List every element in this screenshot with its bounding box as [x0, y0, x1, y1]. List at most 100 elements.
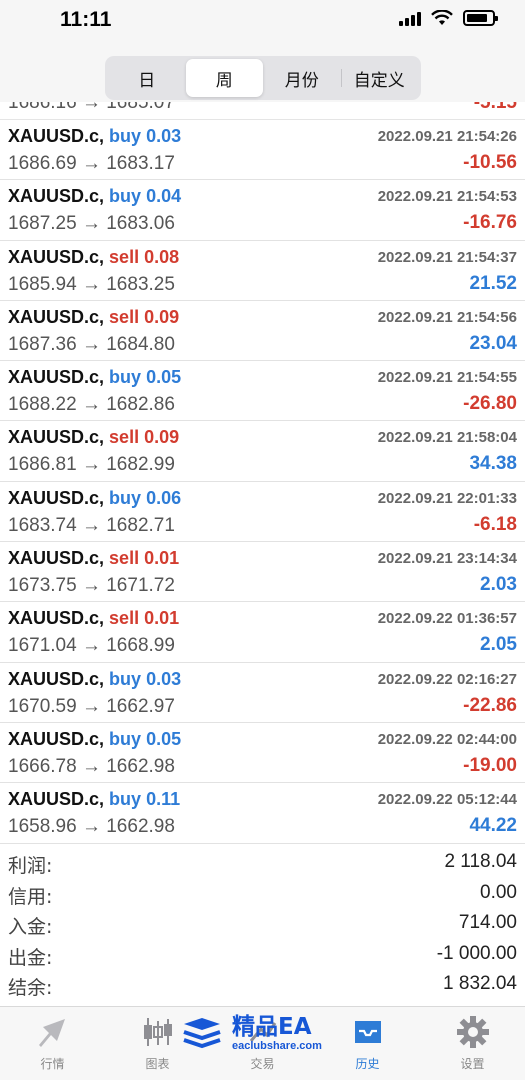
trade-row[interactable]: XAUUSD.c, sell 0.01 1673.75 → 1671.72 2022… — [0, 542, 525, 603]
trade-side: buy — [109, 126, 142, 146]
signal-icon — [399, 10, 421, 26]
trade-profit: -16.76 — [463, 212, 517, 234]
symbol-label: XAUUSD.c, — [8, 367, 105, 388]
summary-row-credit: 信用: 0.00 — [0, 878, 525, 909]
trade-side: sell — [109, 608, 140, 629]
trade-symbol: XAUUSD.c, sell 0.09 — [8, 427, 179, 448]
trade-side: sell — [109, 548, 140, 569]
trade-profit: -22.86 — [463, 694, 517, 716]
period-tab-month[interactable]: 月份 — [263, 59, 341, 97]
symbol-label: XAUUSD.c, — [8, 548, 105, 569]
trade-lot: 0.01 — [144, 548, 180, 569]
status-time: 11:11 — [60, 8, 112, 31]
trade-prices: 1685.94 → 1683.25 — [8, 273, 175, 295]
trade-row[interactable]: XAUUSD.c, sell 0.09 1686.81 → 1682.99 2022… — [0, 421, 525, 482]
symbol-label: XAUUSD.c, — [8, 487, 105, 508]
trade-side: sell — [109, 427, 140, 448]
trade-row[interactable]: XAUUSD.c, sell 0.09 1687.36 → 1684.80 2022… — [0, 301, 525, 362]
trade-prices: 1683.74 → 1682.71 — [8, 514, 175, 536]
summary-value: 714.00 — [458, 912, 517, 933]
trade-symbol: XAUUSD.c, buy 0.11 — [8, 789, 180, 810]
trade-prices: 1687.36 → 1684.80 — [8, 333, 175, 355]
trade-profit: 34.38 — [469, 453, 517, 475]
symbol-label: XAUUSD.c, — [8, 186, 105, 207]
trade-time: 2022.09.21 21:54:53 — [377, 188, 517, 206]
trade-symbol: XAUUSD.c, sell 0.01 — [8, 608, 179, 629]
trade-prices: 1686.16 → 1685.07 — [8, 102, 175, 113]
period-tab-custom[interactable]: 自定义 — [340, 59, 419, 97]
trade-row[interactable]: XAUUSD.c, buy 0.04 1687.25 → 1683.06 2022.… — [0, 180, 525, 241]
trade-symbol: XAUUSD.c, buy 0.05 — [8, 367, 181, 388]
symbol-label: XAUUSD.c, — [8, 427, 105, 448]
trade-lot: 0.11 — [146, 789, 181, 810]
trade-prices: 1686.81 → 1682.99 — [8, 454, 175, 476]
trade-lot: 0.09 — [144, 306, 180, 327]
period-tab-day[interactable]: 日 — [108, 59, 186, 97]
trade-side: buy — [109, 728, 142, 749]
account-summary: 利润: 2 118.04 信用: 0.00 入金: 714.00 出金: -1 … — [0, 847, 525, 1002]
trade-row[interactable]: XAUUSD.c, buy 0.06 1683.74 → 1682.71 2022.… — [0, 482, 525, 543]
summary-label: 出金: — [8, 946, 53, 969]
trade-side: buy — [109, 367, 142, 388]
gear-icon — [453, 1015, 493, 1049]
tab-history[interactable]: 历史 — [315, 1007, 420, 1080]
trade-symbol: XAUUSD.c, sell 0.09 — [8, 307, 179, 328]
tab-trade[interactable]: 交易 — [210, 1007, 315, 1080]
summary-label: 信用: — [8, 885, 53, 908]
list-item-partial[interactable]: 1686.16 → 1685.07 -5.15 — [0, 102, 525, 120]
period-tab-week[interactable]: 周 — [185, 59, 263, 97]
trade-side: buy — [109, 668, 142, 689]
summary-row-balance: 结余: 1 832.04 — [0, 969, 525, 1000]
trade-side: buy — [109, 789, 142, 810]
tab-label: 历史 — [355, 1057, 380, 1071]
trade-profit: -10.56 — [463, 152, 517, 173]
trade-lot: 0.03 — [146, 668, 182, 689]
trade-row[interactable]: XAUUSD.c, buy 0.03 1670.59 → 1662.97 2022.… — [0, 663, 525, 723]
summary-value: 0.00 — [480, 881, 517, 903]
trade-profit: -5.15 — [473, 102, 517, 113]
summary-value: 1 832.04 — [443, 973, 517, 994]
tab-chart[interactable]: 图表 — [105, 1007, 210, 1080]
trade-row[interactable]: XAUUSD.c, sell 0.01 1671.04 → 1668.99 2022… — [0, 602, 525, 663]
trade-time: 2022.09.21 21:54:56 — [377, 308, 517, 326]
trade-side: buy — [109, 186, 142, 207]
trade-prices: 1673.75 → 1671.72 — [8, 575, 175, 597]
status-icons — [399, 10, 498, 26]
trade-symbol: XAUUSD.c, sell 0.08 — [8, 247, 179, 268]
trade-side: sell — [109, 306, 140, 327]
summary-value: 2 118.04 — [444, 851, 517, 872]
trade-row[interactable]: XAUUSD.c, buy 0.05 1688.22 → 1682.86 2022.… — [0, 361, 525, 422]
trade-lot: 0.03 — [146, 126, 182, 146]
tab-quotes[interactable]: 行情 — [0, 1007, 105, 1080]
trade-row[interactable]: XAUUSD.c, buy 0.03 1686.69 → 1683.17 2022.… — [0, 120, 525, 181]
trade-prices: 1670.59 → 1662.97 — [8, 695, 175, 717]
trade-lot: 0.09 — [144, 427, 180, 448]
trade-row[interactable]: XAUUSD.c, sell 0.08 1685.94 → 1683.25 2022… — [0, 241, 525, 301]
trade-prices: 1658.96 → 1662.98 — [8, 816, 175, 838]
trade-symbol: XAUUSD.c, buy 0.04 — [8, 186, 181, 207]
trade-prices: 1666.78 → 1662.98 — [8, 755, 175, 777]
trade-profit: -6.18 — [473, 513, 517, 535]
summary-row-deposit: 入金: 714.00 — [0, 908, 525, 939]
trade-row[interactable]: XAUUSD.c, buy 0.11 1658.96 → 1662.98 2022.… — [0, 783, 525, 844]
trade-history-list[interactable]: 1686.16 → 1685.07 -5.15 XAUUSD.c, buy 0.… — [0, 102, 525, 847]
trade-symbol: XAUUSD.c, buy 0.03 — [8, 669, 181, 690]
trade-lot: 0.05 — [146, 367, 182, 388]
trade-lot: 0.04 — [146, 186, 182, 207]
trade-time: 2022.09.21 21:54:26 — [377, 128, 517, 145]
summary-row-profit: 利润: 2 118.04 — [0, 847, 525, 878]
period-segmented-control: 日 周 月份 自定义 — [105, 56, 421, 100]
trade-prices: 1688.22 → 1682.86 — [8, 394, 175, 416]
trade-side: sell — [109, 246, 140, 267]
trade-time: 2022.09.22 01:36:57 — [377, 610, 517, 628]
trade-profit: 21.52 — [469, 272, 517, 294]
trade-row[interactable]: XAUUSD.c, buy 0.05 1666.78 → 1662.98 2022.… — [0, 723, 525, 784]
trade-profit: 2.05 — [480, 634, 517, 656]
symbol-label: XAUUSD.c, — [8, 306, 105, 327]
trade-time: 2022.09.21 21:54:55 — [377, 369, 517, 387]
tab-settings[interactable]: 设置 — [420, 1007, 525, 1080]
summary-label: 结余: — [8, 977, 53, 999]
trade-time: 2022.09.22 02:16:27 — [377, 670, 517, 688]
symbol-label: XAUUSD.c, — [8, 608, 105, 629]
trade-profit: -26.80 — [463, 393, 517, 415]
